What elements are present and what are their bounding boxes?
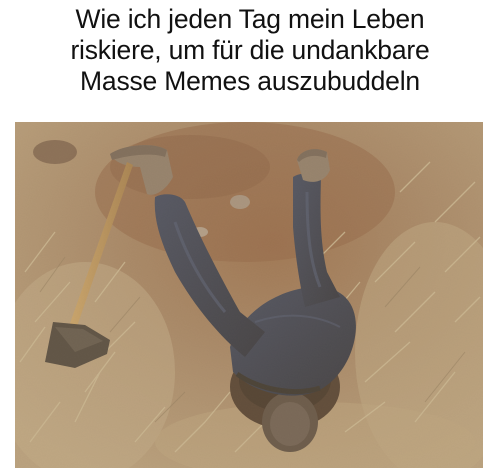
caption-line-3: Masse Memes auszubuddeln: [80, 66, 420, 96]
meme-caption: Wie ich jeden Tag mein Leben riskiere, u…: [0, 4, 500, 97]
caption-line-1: Wie ich jeden Tag mein Leben: [75, 4, 425, 34]
meme-photo: [15, 122, 483, 468]
meme-card: Wie ich jeden Tag mein Leben riskiere, u…: [0, 0, 500, 472]
caption-line-2: riskiere, um für die undankbare: [70, 35, 430, 65]
